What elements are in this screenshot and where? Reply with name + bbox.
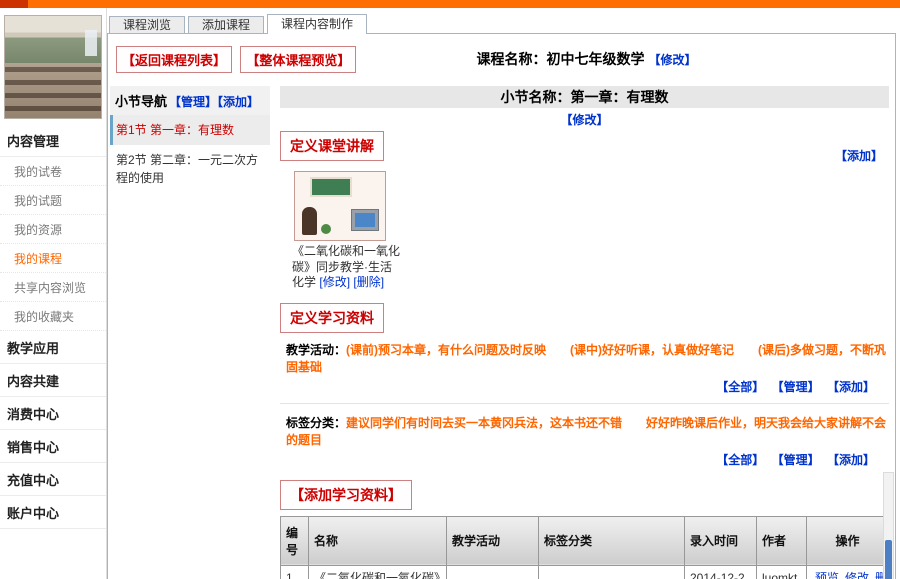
- cell-activity: [447, 565, 539, 579]
- table-header-row: 编号 名称 教学活动 标签分类 录入时间 作者 操作: [281, 516, 889, 565]
- sidebar-item-shared-content[interactable]: 共享内容浏览: [0, 273, 106, 302]
- page: 内容管理 我的试卷 我的试题 我的资源 我的课程 共享内容浏览 我的收藏夹 教学…: [0, 0, 900, 579]
- lecture-delete-link[interactable]: [删除]: [353, 275, 384, 289]
- activity-label: 教学活动：: [286, 343, 346, 357]
- preview-link[interactable]: 预览: [815, 571, 839, 579]
- tags-block: 标签分类：建议同学们有时间去买一本黄冈兵法，这本书还不错 好好昨晚课后作业，明天…: [286, 414, 887, 468]
- tags-manage-link[interactable]: 【管理】: [772, 453, 820, 467]
- activity-add-link[interactable]: 【添加】: [827, 380, 875, 394]
- section-nav-manage-link[interactable]: 【管理】: [169, 95, 217, 109]
- lecture-item-card: 《二氧化碳和一氧化碳》同步教学·生活化学 [修改] [删除]: [292, 171, 402, 291]
- thumbnail-art: [310, 177, 352, 197]
- sidebar-header-teaching-apps[interactable]: 教学应用: [0, 331, 106, 364]
- sidebar-item-my-courses[interactable]: 我的课程: [0, 244, 106, 273]
- define-materials-title: 定义学习资料: [280, 303, 384, 333]
- tags-add-link[interactable]: 【添加】: [827, 453, 875, 467]
- classroom-photo: [4, 15, 102, 119]
- sidebar-item-my-test-papers[interactable]: 我的试卷: [0, 157, 106, 186]
- section-body: 小节名称：第一章：有理数 【修改】 定义课堂讲解 【添加】: [280, 86, 889, 579]
- lecture-heading-row: 定义课堂讲解 【添加】: [280, 131, 889, 161]
- sidebar-header-consumption-center[interactable]: 消费中心: [0, 397, 106, 430]
- table-row: 1 《二氧化碳和一氧化碳》同步教学·生活化学 2014-12-27 luomkt…: [281, 565, 889, 579]
- lecture-modify-link[interactable]: [修改]: [319, 275, 350, 289]
- cell-tags: [539, 565, 685, 579]
- column-header: 名称: [309, 516, 447, 565]
- activity-manage-link[interactable]: 【管理】: [772, 380, 820, 394]
- tags-label: 标签分类：: [286, 416, 346, 430]
- section-nav-title: 小节导航: [115, 94, 167, 109]
- columns: 小节导航【管理】【添加】 第1节 第一章：有理数 第2节 第二章：一元二次方程的…: [108, 86, 895, 579]
- section-nav-header: 小节导航【管理】【添加】: [110, 86, 270, 115]
- column-header: 作者: [757, 516, 807, 565]
- lecture-thumbnail[interactable]: [294, 171, 386, 241]
- section-name-bar: 小节名称：第一章：有理数: [280, 86, 889, 108]
- course-modify-link[interactable]: 【修改】: [648, 53, 696, 67]
- lecture-caption: 《二氧化碳和一氧化碳》同步教学·生活化学 [修改] [删除]: [292, 244, 402, 291]
- cell-name: 《二氧化碳和一氧化碳》同步教学·生活化学: [309, 565, 447, 579]
- tags-all-link[interactable]: 【全部】: [716, 453, 764, 467]
- section-nav: 小节导航【管理】【添加】 第1节 第一章：有理数 第2节 第二章：一元二次方程的…: [110, 86, 270, 193]
- sidebar-header-content-collab[interactable]: 内容共建: [0, 364, 106, 397]
- tab-course-content[interactable]: 课程内容制作: [267, 14, 367, 34]
- sidebar-header-account-center[interactable]: 账户中心: [0, 496, 106, 529]
- cell-operations: 预览修改删除: [807, 565, 889, 579]
- activity-block: 教学活动：(课前)预习本章，有什么问题及时反映 (课中)好好听课，认真做好笔记 …: [286, 341, 887, 395]
- tab-course-browse[interactable]: 课程浏览: [109, 16, 185, 34]
- modify-link[interactable]: 修改: [845, 571, 869, 579]
- activity-text: (课前)预习本章，有什么问题及时反映 (课中)好好听课，认真做好笔记 (课后)多…: [286, 343, 886, 374]
- sidebar-item-my-favorites[interactable]: 我的收藏夹: [0, 302, 106, 331]
- section-nav-add-link[interactable]: 【添加】: [217, 95, 259, 109]
- sidebar: 内容管理 我的试卷 我的试题 我的资源 我的课程 共享内容浏览 我的收藏夹 教学…: [0, 8, 107, 579]
- back-to-course-list-button[interactable]: 【返回课程列表】: [116, 46, 232, 73]
- cell-author: luomktc: [757, 565, 807, 579]
- scrollbar-thumb[interactable]: [885, 540, 892, 579]
- section-nav-item-1[interactable]: 第1节 第一章：有理数: [110, 115, 270, 145]
- column-header: 录入时间: [685, 516, 757, 565]
- column-header: 操作: [807, 516, 889, 565]
- table-scrollbar[interactable]: [883, 472, 894, 579]
- thumbnail-art: [355, 213, 375, 227]
- tags-text: 建议同学们有时间去买一本黄冈兵法，这本书还不错 好好昨晚课后作业，明天我会给大家…: [286, 416, 886, 447]
- photo-art: [5, 67, 101, 118]
- section-nav-item-2[interactable]: 第2节 第二章：一元二次方程的使用: [110, 145, 270, 193]
- course-title: 课程名称：初中七年级数学: [477, 51, 645, 67]
- sidebar-item-my-questions[interactable]: 我的试题: [0, 186, 106, 215]
- materials-table: 编号 名称 教学活动 标签分类 录入时间 作者 操作 1 《二氧化碳和一氧化碳》…: [280, 516, 889, 579]
- tab-add-course[interactable]: 添加课程: [188, 16, 264, 34]
- photo-art: [85, 30, 97, 56]
- add-material-button[interactable]: 【添加学习资料】: [280, 480, 412, 510]
- thumbnail-art: [302, 207, 317, 235]
- top-accent-bar: [0, 0, 900, 8]
- column-header: 教学活动: [447, 516, 539, 565]
- thumbnail-art: [351, 209, 379, 231]
- sidebar-header-recharge-center[interactable]: 充值中心: [0, 463, 106, 496]
- column-header: 编号: [281, 516, 309, 565]
- sidebar-item-my-resources[interactable]: 我的资源: [0, 215, 106, 244]
- content-header: 【返回课程列表】 【整体课程预览】 课程名称：初中七年级数学 【修改】: [108, 34, 895, 86]
- course-title-line: 课程名称：初中七年级数学 【修改】: [278, 49, 895, 69]
- activity-all-link[interactable]: 【全部】: [716, 380, 764, 394]
- tab-strip: 课程浏览 添加课程 课程内容制作: [109, 14, 370, 34]
- sidebar-header-sales-center[interactable]: 销售中心: [0, 430, 106, 463]
- thumbnail-art: [321, 224, 331, 234]
- materials-heading-row: 定义学习资料: [280, 303, 889, 331]
- content-box: 【返回课程列表】 【整体课程预览】 课程名称：初中七年级数学 【修改】 小节导航…: [107, 33, 896, 579]
- main-area: 课程浏览 添加课程 课程内容制作 【返回课程列表】 【整体课程预览】 课程名称：…: [107, 14, 900, 579]
- divider: [280, 403, 889, 404]
- define-lecture-title: 定义课堂讲解: [280, 131, 384, 161]
- column-header: 标签分类: [539, 516, 685, 565]
- add-lecture-link[interactable]: 【添加】: [835, 147, 883, 164]
- logo-block: [0, 0, 28, 8]
- cell-time: 2014-12-27: [685, 565, 757, 579]
- section-modify-link[interactable]: 【修改】: [560, 113, 608, 127]
- cell-id: 1: [281, 565, 309, 579]
- sidebar-header-content-management[interactable]: 内容管理: [0, 124, 106, 157]
